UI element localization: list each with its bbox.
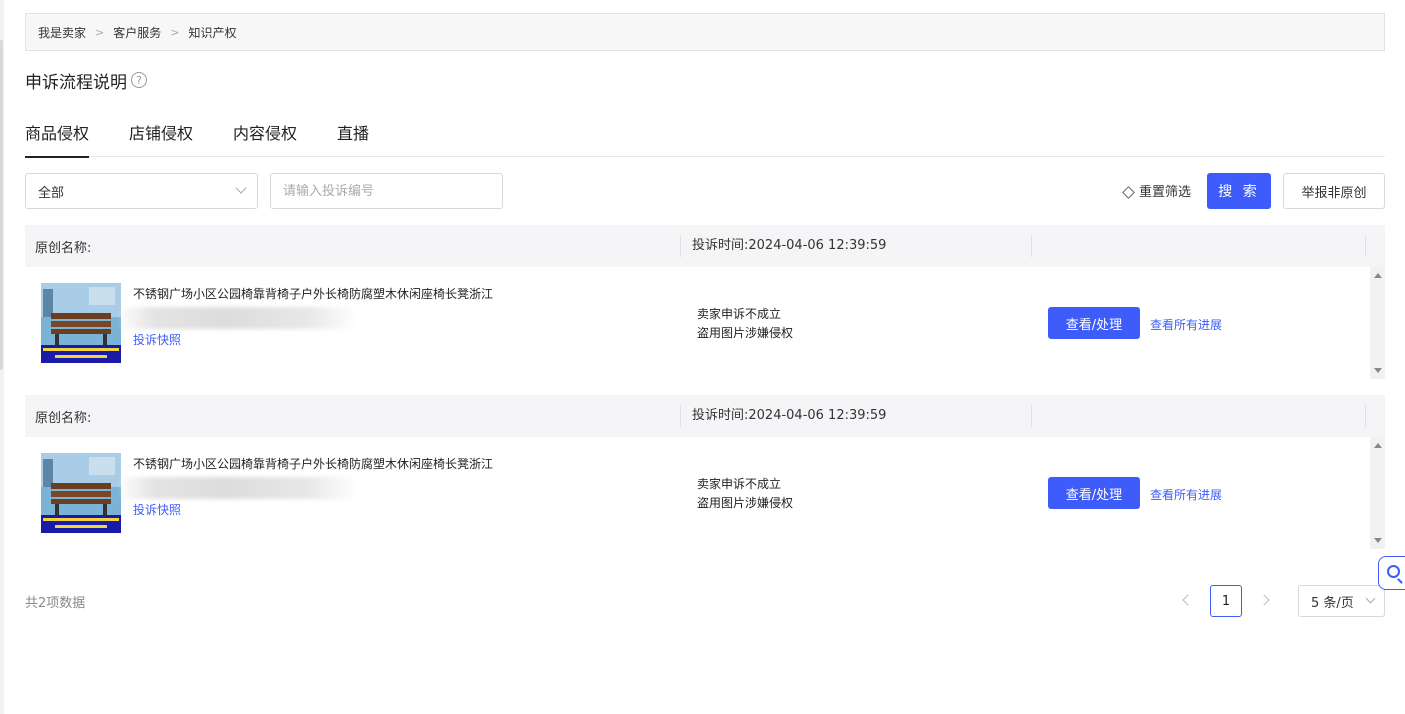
- record-scrollbar[interactable]: [1370, 437, 1385, 549]
- question-circle-icon[interactable]: ?: [131, 72, 147, 88]
- product-thumbnail[interactable]: [41, 453, 121, 533]
- scroll-down-icon[interactable]: [1374, 368, 1382, 373]
- complaint-snapshot-link[interactable]: 投诉快照: [133, 501, 181, 518]
- status-text: 卖家申诉不成立 盗用图片涉嫌侵权: [697, 305, 793, 343]
- header-divider: [1365, 235, 1366, 257]
- tab-live[interactable]: 直播: [337, 120, 369, 157]
- complaint-snapshot-link[interactable]: 投诉快照: [133, 331, 181, 348]
- original-name-label: 原创名称:: [35, 410, 92, 426]
- search-button[interactable]: 搜 索: [1207, 173, 1271, 209]
- header-divider: [1031, 235, 1032, 257]
- record-body: 不锈钢广场小区公园椅靠背椅子户外长椅防腐塑木休闲座椅长凳浙江 投诉快照 卖家申诉…: [25, 437, 1385, 549]
- header-divider: [1365, 405, 1366, 427]
- tab-bar: 商品侵权 店铺侵权 内容侵权 直播: [25, 120, 1385, 158]
- reset-filter-label: 重置筛选: [1139, 185, 1192, 200]
- complaint-time: 投诉时间:2024-04-06 12:39:59: [680, 405, 886, 427]
- status-line: 卖家申诉不成立: [697, 307, 782, 321]
- breadcrumb: 我是卖家 > 客户服务 > 知识产权: [25, 13, 1385, 51]
- page-title: 申诉流程说明 ?: [25, 68, 147, 93]
- status-select-value: 全部: [38, 185, 65, 201]
- status-reason: 盗用图片涉嫌侵权: [697, 496, 794, 510]
- chevron-down-icon: [235, 182, 247, 194]
- complaint-record: 原创名称: 投诉时间:2024-04-06 12:39:59 不锈钢广场小区公园…: [25, 225, 1385, 379]
- complaint-record: 原创名称: 投诉时间:2024-04-06 12:39:59 不锈钢广场小区公园…: [25, 395, 1385, 549]
- record-header: 原创名称: 投诉时间:2024-04-06 12:39:59: [25, 395, 1385, 437]
- page-size-value: 5 条/页: [1311, 595, 1354, 611]
- view-all-progress-link[interactable]: 查看所有进展: [1150, 486, 1222, 503]
- scroll-up-icon[interactable]: [1374, 443, 1382, 448]
- record-scrollbar[interactable]: [1370, 267, 1385, 379]
- record-header: 原创名称: 投诉时间:2024-04-06 12:39:59: [25, 225, 1385, 267]
- product-thumbnail[interactable]: [41, 283, 121, 363]
- tab-product-infringement[interactable]: 商品侵权: [25, 120, 90, 158]
- product-title[interactable]: 不锈钢广场小区公园椅靠背椅子户外长椅防腐塑木休闲座椅长凳浙江: [133, 285, 493, 302]
- tab-content-infringement[interactable]: 内容侵权: [233, 120, 297, 157]
- complaint-time: 投诉时间:2024-04-06 12:39:59: [680, 235, 886, 257]
- scroll-up-icon[interactable]: [1374, 273, 1382, 278]
- status-text: 卖家申诉不成立 盗用图片涉嫌侵权: [697, 475, 793, 513]
- prev-page-icon[interactable]: [1182, 594, 1194, 606]
- eraser-icon: [1122, 185, 1135, 199]
- status-line: 卖家申诉不成立: [697, 477, 782, 491]
- original-name-label: 原创名称:: [35, 240, 92, 256]
- page-size-select[interactable]: 5 条/页: [1298, 585, 1385, 617]
- scroll-down-icon[interactable]: [1374, 538, 1382, 543]
- left-scrollbar[interactable]: [0, 0, 4, 714]
- record-body: 不锈钢广场小区公园椅靠背椅子户外长椅防腐塑木休闲座椅长凳浙江 投诉快照 卖家申诉…: [25, 267, 1385, 379]
- status-reason: 盗用图片涉嫌侵权: [697, 326, 794, 340]
- report-non-original-button[interactable]: 举报非原创: [1283, 173, 1385, 209]
- view-handle-button[interactable]: 查看/处理: [1048, 477, 1140, 509]
- status-select[interactable]: 全部: [25, 173, 258, 209]
- page-number-current[interactable]: 1: [1210, 585, 1242, 617]
- search-icon: [1387, 565, 1400, 578]
- product-title[interactable]: 不锈钢广场小区公园椅靠背椅子户外长椅防腐塑木休闲座椅长凳浙江: [133, 455, 493, 472]
- view-handle-button[interactable]: 查看/处理: [1048, 307, 1140, 339]
- breadcrumb-item-current: 知识产权: [188, 25, 237, 40]
- page-title-text: 申诉流程说明: [25, 72, 127, 93]
- view-all-progress-link[interactable]: 查看所有进展: [1150, 316, 1222, 333]
- floating-search-button[interactable]: [1378, 556, 1405, 590]
- breadcrumb-separator: >: [95, 25, 105, 39]
- chevron-down-icon: [1365, 593, 1376, 604]
- blurred-content: [117, 477, 357, 499]
- breadcrumb-separator: >: [170, 25, 180, 39]
- left-scrollbar-thumb[interactable]: [0, 40, 3, 370]
- next-page-icon[interactable]: [1258, 594, 1270, 606]
- breadcrumb-item[interactable]: 客户服务: [113, 24, 161, 41]
- breadcrumb-item[interactable]: 我是卖家: [38, 24, 86, 41]
- complaint-id-input[interactable]: [270, 173, 503, 209]
- blurred-content: [117, 307, 357, 329]
- tab-store-infringement[interactable]: 店铺侵权: [129, 120, 193, 157]
- total-count: 共2项数据: [25, 596, 86, 611]
- reset-filter-button[interactable]: 重置筛选: [1122, 181, 1192, 200]
- header-divider: [1031, 405, 1032, 427]
